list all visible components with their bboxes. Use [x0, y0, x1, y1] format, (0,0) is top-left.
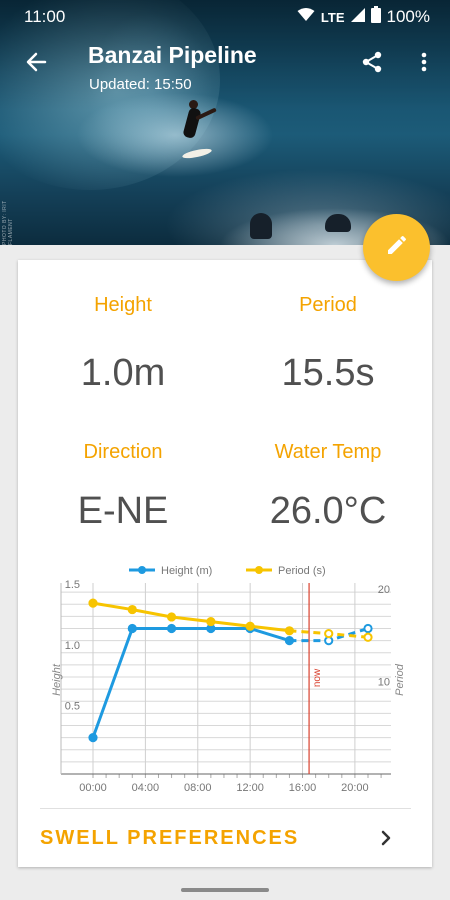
- period-label: Period: [299, 294, 357, 316]
- status-icons: LTE 100%: [297, 6, 430, 28]
- y-tick-label-left: 1.0: [65, 640, 80, 652]
- legend-marker: [138, 566, 146, 574]
- x-tick-label: 16:00: [289, 782, 317, 794]
- legend-marker: [255, 566, 263, 574]
- photo-credit: PHOTO BY: IRIT FLAMENT: [2, 200, 14, 245]
- now-label: now: [312, 668, 323, 687]
- toolbar: Banzai Pipeline Updated: 15:50: [0, 32, 450, 96]
- swimmer: [325, 214, 351, 232]
- water-temp-label: Water Temp: [274, 441, 382, 463]
- height-label: Height: [94, 294, 152, 316]
- updated-time: Updated: 15:50: [89, 76, 192, 93]
- share-icon: [360, 50, 384, 79]
- swimmer: [250, 213, 272, 239]
- y-tick-label-left: 1.5: [65, 579, 80, 591]
- data-point-height: [127, 623, 137, 634]
- battery-icon: [370, 6, 381, 28]
- edit-icon: [385, 233, 409, 262]
- direction-value: E-NE: [77, 490, 169, 532]
- data-point-height: [88, 733, 98, 743]
- more-vert-icon: [420, 51, 428, 78]
- edit-fab[interactable]: [363, 214, 430, 281]
- x-tick-label: 12:00: [236, 782, 264, 794]
- x-tick-label: 20:00: [341, 782, 369, 794]
- battery-percent: 100%: [386, 7, 430, 26]
- legend-label: Period (s): [278, 565, 326, 577]
- y-axis-label-right: Period: [394, 663, 406, 696]
- swell-preferences-row[interactable]: SWELL PREFERENCES: [18, 810, 432, 866]
- y-axis-label-left: Height: [51, 663, 63, 696]
- more-options-button[interactable]: [408, 48, 440, 80]
- forecast-chart-svg: 00:00 04:00 08:00 12:00 16:00 20:00 0.5 1.0 1.5 1…: [51, 565, 406, 794]
- data-point-period: [284, 626, 295, 636]
- arrow-back-icon: [25, 51, 47, 78]
- page-title: Banzai Pipeline: [88, 42, 257, 68]
- legend-label: Height (m): [161, 565, 212, 577]
- back-button[interactable]: [18, 46, 54, 82]
- y-tick-label-right: 20: [378, 584, 390, 596]
- data-point-period: [166, 612, 177, 622]
- signal-icon: [350, 7, 365, 27]
- divider: [40, 808, 411, 809]
- data-point-height: [363, 623, 373, 634]
- water-temp-value: 26.0°C: [269, 490, 387, 532]
- data-point-period: [324, 628, 334, 639]
- data-point-period: [245, 621, 255, 631]
- y-tick-label-right: 10: [378, 677, 390, 689]
- y-tick-label-left: 0.5: [65, 700, 80, 712]
- data-point-height: [166, 623, 177, 634]
- share-button[interactable]: [356, 48, 388, 80]
- status-time: 11:00: [24, 7, 66, 26]
- data-point-period: [206, 616, 216, 627]
- data-point-period: [127, 604, 137, 615]
- period-value: 15.5s: [281, 352, 375, 394]
- plot-area: [61, 583, 391, 774]
- data-point-period: [88, 598, 98, 608]
- x-tick-label: 08:00: [184, 782, 212, 794]
- data-point-height: [284, 636, 295, 646]
- home-gesture-handle[interactable]: [181, 888, 269, 892]
- direction-label: Direction: [83, 441, 163, 463]
- chevron-right-icon: [374, 826, 398, 850]
- swell-preferences-label: SWELL PREFERENCES: [40, 827, 300, 849]
- wifi-icon: [297, 7, 315, 27]
- x-tick-label: 00:00: [79, 782, 107, 794]
- height-value: 1.0m: [80, 352, 166, 394]
- data-point-period: [363, 632, 373, 642]
- x-tick-label: 04:00: [132, 782, 160, 794]
- network-type: LTE: [320, 9, 345, 25]
- navigation-bar: [0, 880, 450, 900]
- status-bar: 11:00 LTE 100%: [0, 0, 450, 32]
- forecast-chart: 00:00 04:00 08:00 12:00 16:00 20:00 0.5 1.0 1.5 1…: [36, 556, 416, 806]
